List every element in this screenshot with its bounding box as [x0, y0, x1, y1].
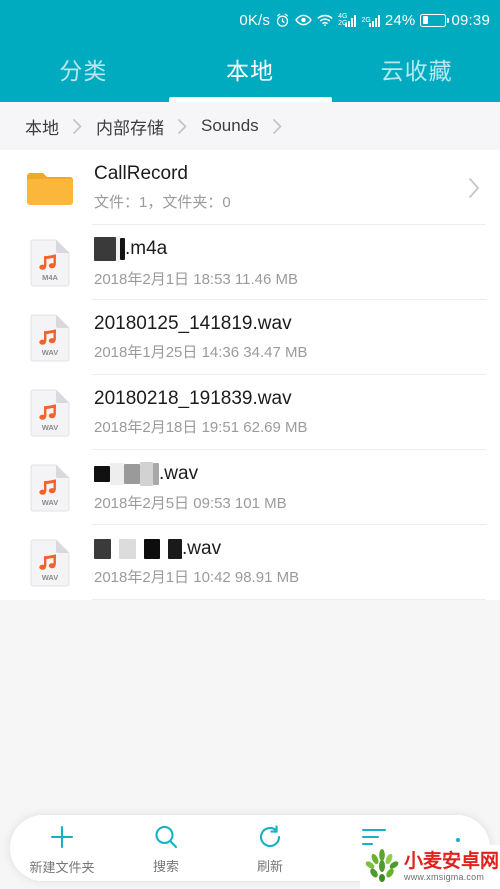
breadcrumb-item-internal-storage[interactable]: 内部存储 — [92, 112, 168, 141]
folder-row[interactable]: CallRecord 文件：1，文件夹：0 — [0, 150, 500, 225]
sort-button[interactable]: 排序 — [322, 815, 426, 881]
file-row[interactable]: M4A .m4a 2018年2月1日 18:53 11.46 MB — [0, 225, 500, 300]
more-vertical-icon — [456, 838, 460, 858]
file-name-text: .wav — [159, 463, 199, 484]
wifi-icon — [317, 14, 333, 27]
row-body: 20180125_141819.wav 2018年1月25日 14:36 34.4… — [78, 313, 486, 362]
sort-icon — [359, 824, 389, 855]
chevron-right-icon — [265, 118, 290, 135]
audio-file-icon: WAV — [22, 389, 78, 437]
sort-label: 排序 — [360, 858, 387, 873]
audio-file-icon: WAV — [22, 539, 78, 587]
active-tab-indicator — [169, 97, 332, 102]
file-name: .wav — [94, 538, 486, 560]
file-name: 20180125_141819.wav — [94, 313, 486, 335]
refresh-button[interactable]: 刷新 — [218, 815, 322, 881]
breadcrumb: 本地 内部存储 Sounds — [0, 102, 500, 150]
row-divider — [92, 599, 486, 600]
file-row[interactable]: WAV .wav 2018年2月1日 10:42 98.91 MB — [0, 525, 500, 600]
tab-cloud-favorites[interactable]: 云收藏 — [333, 40, 500, 102]
file-list: CallRecord 文件：1，文件夹：0 M4A .m4a 2018年2月1日 18:… — [0, 150, 500, 600]
row-body: 20180218_191839.wav 2018年2月18日 19:51 62.6… — [78, 388, 486, 437]
redacted-block — [136, 539, 144, 559]
chevron-right-icon — [65, 118, 90, 135]
row-body: .m4a 2018年2月1日 18:53 11.46 MB — [78, 236, 486, 289]
chevron-right-icon — [170, 118, 195, 135]
row-body: .wav 2018年2月5日 09:53 101 MB — [78, 462, 486, 513]
file-meta: 2018年2月18日 19:51 62.69 MB — [94, 419, 308, 436]
audio-file-icon: WAV — [22, 464, 78, 512]
redacted-block — [94, 237, 116, 261]
refresh-icon — [256, 823, 284, 856]
network-speed-text: 0K/s — [239, 11, 271, 29]
new-folder-label: 新建文件夹 — [29, 860, 95, 875]
sim2-bars — [368, 14, 380, 27]
chevron-right-icon — [467, 177, 486, 199]
file-meta: 2018年2月1日 10:42 98.91 MB — [94, 569, 300, 586]
file-meta: 文件：1，文件夹：0 — [94, 194, 231, 211]
file-name: .wav — [94, 462, 486, 486]
folder-icon — [22, 168, 78, 208]
file-meta: 2018年1月25日 14:36 34.47 MB — [94, 344, 308, 361]
file-row[interactable]: WAV .wav 2018年2月5日 09:53 101 MB — [0, 450, 500, 525]
file-meta: 2018年2月5日 09:53 101 MB — [94, 495, 287, 512]
bottom-toolbar: 新建文件夹 搜索 刷新 排序 — [10, 815, 490, 881]
file-name: CallRecord — [94, 163, 467, 185]
row-body: CallRecord 文件：1，文件夹：0 — [78, 163, 467, 212]
file-name-text: .m4a — [125, 238, 168, 259]
tab-categories[interactable]: 分类 — [0, 40, 167, 102]
redacted-block — [94, 466, 110, 482]
redacted-block — [160, 539, 168, 559]
redacted-block — [111, 539, 119, 559]
search-icon — [152, 823, 180, 856]
file-name-text: .wav — [182, 538, 222, 559]
refresh-label: 刷新 — [256, 859, 283, 874]
file-meta: 2018年2月1日 18:53 11.46 MB — [94, 271, 299, 288]
search-button[interactable]: 搜索 — [114, 815, 218, 881]
file-name: 20180218_191839.wav — [94, 388, 486, 410]
audio-file-icon: WAV — [22, 314, 78, 362]
redacted-block — [110, 463, 124, 485]
alarm-clock-icon — [275, 13, 290, 28]
new-folder-button[interactable]: 新建文件夹 — [10, 815, 114, 881]
file-name: .m4a — [94, 236, 486, 262]
file-row[interactable]: WAV 20180125_141819.wav 2018年1月25日 14:36 3… — [0, 300, 500, 375]
svg-text:WAV: WAV — [42, 498, 59, 507]
file-name-text: 20180125_141819.wav — [94, 313, 292, 334]
search-label: 搜索 — [152, 859, 179, 874]
breadcrumb-item-local[interactable]: 本地 — [21, 112, 63, 141]
sim2-signal-icon: 2G — [361, 14, 380, 27]
clock-text: 09:39 — [451, 11, 490, 29]
breadcrumb-item-sounds[interactable]: Sounds — [197, 114, 263, 138]
more-options-button[interactable] — [426, 815, 490, 881]
battery-percent-text: 24% — [384, 11, 416, 29]
phone-screen: 0K/s 4G 2G 2G 24% 09:39 分类 本地 云收藏 本地 内部存… — [0, 0, 500, 889]
redacted-block — [124, 464, 140, 484]
sim1-signal-icon: 4G 2G — [338, 13, 357, 27]
tab-bar: 分类 本地 云收藏 — [0, 40, 500, 102]
svg-text:WAV: WAV — [42, 573, 59, 582]
file-name-text: CallRecord — [94, 163, 188, 184]
audio-file-icon: M4A — [22, 239, 78, 287]
battery-icon — [420, 13, 450, 27]
sim1-bars — [345, 14, 357, 27]
tab-local[interactable]: 本地 — [167, 40, 334, 102]
row-body: .wav 2018年2月1日 10:42 98.91 MB — [78, 538, 486, 587]
plus-icon — [47, 822, 77, 857]
redacted-block — [168, 539, 182, 559]
svg-text:WAV: WAV — [42, 348, 59, 357]
svg-text:WAV: WAV — [42, 423, 59, 432]
redacted-block — [144, 539, 160, 559]
svg-text:M4A: M4A — [42, 273, 58, 282]
file-name-text: 20180218_191839.wav — [94, 388, 292, 409]
file-row[interactable]: WAV 20180218_191839.wav 2018年2月18日 19:51 6… — [0, 375, 500, 450]
redacted-block — [119, 539, 136, 559]
eye-icon — [295, 13, 312, 27]
status-bar: 0K/s 4G 2G 2G 24% 09:39 — [0, 0, 500, 40]
redacted-block — [140, 462, 153, 486]
redacted-block — [94, 539, 111, 559]
